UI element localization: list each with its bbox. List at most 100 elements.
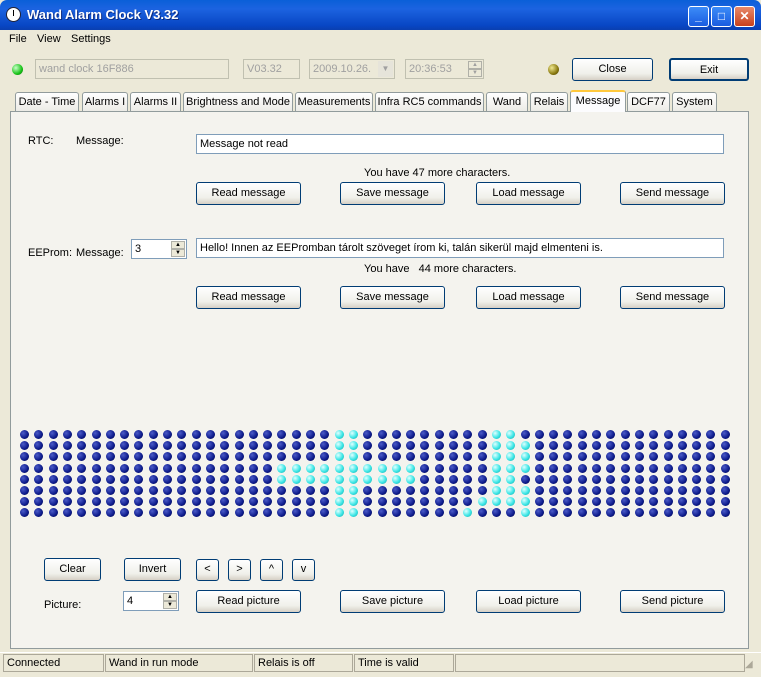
matrix-pixel-off[interactable] — [134, 430, 143, 439]
matrix-pixel-off[interactable] — [320, 441, 329, 450]
matrix-pixel-off[interactable] — [235, 441, 244, 450]
matrix-pixel-off[interactable] — [578, 508, 587, 517]
matrix-pixel-off[interactable] — [549, 475, 558, 484]
matrix-pixel-off[interactable] — [478, 452, 487, 461]
matrix-pixel-off[interactable] — [92, 497, 101, 506]
matrix-pixel-off[interactable] — [49, 486, 58, 495]
matrix-pixel-off[interactable] — [621, 430, 630, 439]
matrix-pixel-on[interactable] — [492, 441, 501, 450]
matrix-pixel-off[interactable] — [435, 464, 444, 473]
matrix-pixel-off[interactable] — [63, 486, 72, 495]
matrix-pixel-off[interactable] — [621, 441, 630, 450]
matrix-pixel-on[interactable] — [306, 475, 315, 484]
matrix-pixel-off[interactable] — [664, 497, 673, 506]
matrix-pixel-off[interactable] — [220, 464, 229, 473]
matrix-pixel-off[interactable] — [406, 430, 415, 439]
matrix-pixel-off[interactable] — [77, 464, 86, 473]
matrix-pixel-off[interactable] — [535, 475, 544, 484]
matrix-pixel-off[interactable] — [549, 441, 558, 450]
tab-alarms-ii[interactable]: Alarms II — [130, 92, 181, 111]
matrix-pixel-off[interactable] — [177, 452, 186, 461]
matrix-pixel-on[interactable] — [349, 475, 358, 484]
matrix-pixel-off[interactable] — [592, 508, 601, 517]
matrix-pixel-off[interactable] — [306, 508, 315, 517]
tab-infra-rc5-commands[interactable]: Infra RC5 commands — [375, 92, 484, 111]
matrix-pixel-off[interactable] — [563, 508, 572, 517]
matrix-pixel-off[interactable] — [77, 441, 86, 450]
matrix-pixel-off[interactable] — [420, 464, 429, 473]
matrix-pixel-off[interactable] — [63, 508, 72, 517]
matrix-pixel-off[interactable] — [649, 441, 658, 450]
matrix-pixel-off[interactable] — [363, 486, 372, 495]
date-picker[interactable]: 2009.10.26. ▼ — [309, 59, 395, 79]
matrix-pixel-off[interactable] — [549, 486, 558, 495]
matrix-pixel-off[interactable] — [149, 441, 158, 450]
matrix-pixel-off[interactable] — [106, 497, 115, 506]
tab-relais[interactable]: Relais — [530, 92, 568, 111]
matrix-pixel-off[interactable] — [635, 475, 644, 484]
matrix-pixel-off[interactable] — [592, 452, 601, 461]
matrix-pixel-off[interactable] — [235, 464, 244, 473]
matrix-pixel-off[interactable] — [406, 452, 415, 461]
matrix-pixel-off[interactable] — [649, 430, 658, 439]
matrix-pixel-off[interactable] — [678, 486, 687, 495]
rtc-read-message-button[interactable]: Read message — [196, 182, 301, 205]
matrix-pixel-off[interactable] — [435, 475, 444, 484]
matrix-pixel-off[interactable] — [449, 441, 458, 450]
close-window-button[interactable]: ✕ — [734, 6, 755, 27]
matrix-pixel-off[interactable] — [134, 486, 143, 495]
matrix-pixel-off[interactable] — [320, 497, 329, 506]
matrix-pixel-off[interactable] — [92, 441, 101, 450]
matrix-pixel-off[interactable] — [392, 452, 401, 461]
matrix-pixel-off[interactable] — [463, 464, 472, 473]
rtc-save-message-button[interactable]: Save message — [340, 182, 445, 205]
matrix-pixel-off[interactable] — [177, 497, 186, 506]
matrix-pixel-off[interactable] — [449, 486, 458, 495]
matrix-pixel-off[interactable] — [406, 486, 415, 495]
matrix-pixel-off[interactable] — [192, 497, 201, 506]
matrix-pixel-off[interactable] — [692, 430, 701, 439]
matrix-pixel-off[interactable] — [220, 486, 229, 495]
eeprom-read-message-button[interactable]: Read message — [196, 286, 301, 309]
matrix-pixel-off[interactable] — [478, 441, 487, 450]
rtc-send-message-button[interactable]: Send message — [620, 182, 725, 205]
matrix-pixel-off[interactable] — [235, 430, 244, 439]
matrix-pixel-off[interactable] — [363, 430, 372, 439]
matrix-pixel-off[interactable] — [292, 452, 301, 461]
matrix-pixel-off[interactable] — [435, 441, 444, 450]
matrix-pixel-off[interactable] — [20, 475, 29, 484]
matrix-pixel-on[interactable] — [506, 497, 515, 506]
picture-index-stepper[interactable]: 4 ▲ ▼ — [123, 591, 179, 611]
matrix-pixel-off[interactable] — [77, 486, 86, 495]
matrix-pixel-off[interactable] — [192, 430, 201, 439]
matrix-pixel-off[interactable] — [306, 430, 315, 439]
matrix-pixel-off[interactable] — [120, 486, 129, 495]
matrix-pixel-on[interactable] — [521, 441, 530, 450]
matrix-pixel-off[interactable] — [20, 508, 29, 517]
matrix-pixel-on[interactable] — [506, 486, 515, 495]
matrix-pixel-off[interactable] — [592, 475, 601, 484]
tab-alarms-i[interactable]: Alarms I — [82, 92, 128, 111]
matrix-pixel-off[interactable] — [635, 430, 644, 439]
matrix-pixel-off[interactable] — [706, 486, 715, 495]
matrix-pixel-off[interactable] — [406, 497, 415, 506]
matrix-pixel-off[interactable] — [249, 475, 258, 484]
matrix-pixel-off[interactable] — [292, 497, 301, 506]
matrix-pixel-off[interactable] — [206, 464, 215, 473]
matrix-pixel-off[interactable] — [635, 441, 644, 450]
matrix-pixel-off[interactable] — [206, 430, 215, 439]
matrix-pixel-off[interactable] — [535, 430, 544, 439]
matrix-pixel-on[interactable] — [506, 430, 515, 439]
eeprom-save-message-button[interactable]: Save message — [340, 286, 445, 309]
matrix-pixel-off[interactable] — [635, 486, 644, 495]
matrix-pixel-off[interactable] — [235, 475, 244, 484]
matrix-pixel-off[interactable] — [392, 430, 401, 439]
matrix-pixel-off[interactable] — [20, 452, 29, 461]
matrix-pixel-on[interactable] — [521, 452, 530, 461]
matrix-pixel-on[interactable] — [363, 464, 372, 473]
matrix-pixel-off[interactable] — [120, 475, 129, 484]
matrix-pixel-off[interactable] — [92, 475, 101, 484]
matrix-pixel-off[interactable] — [463, 486, 472, 495]
matrix-pixel-off[interactable] — [578, 475, 587, 484]
tab-dcf77[interactable]: DCF77 — [627, 92, 670, 111]
